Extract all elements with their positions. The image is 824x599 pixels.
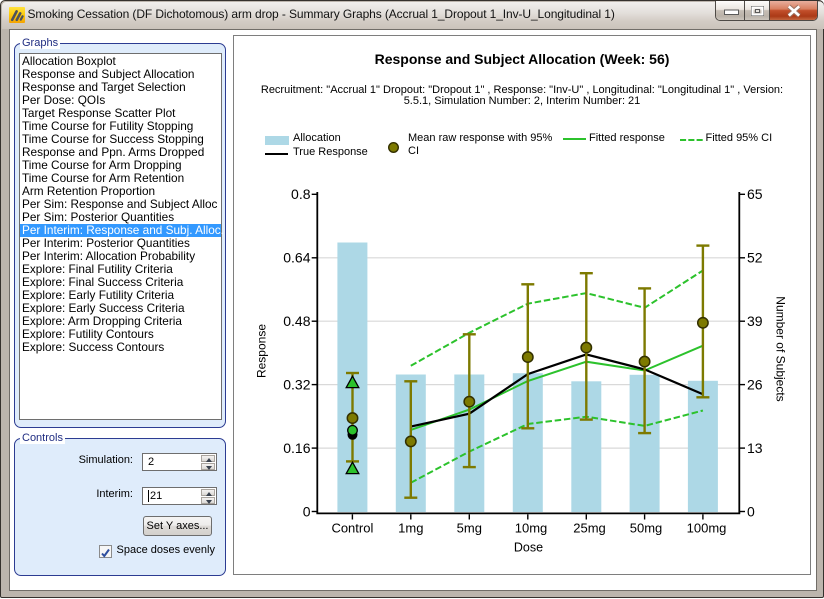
svg-text:39: 39 xyxy=(747,313,763,329)
svg-text:Number of Subjects: Number of Subjects xyxy=(774,296,788,401)
svg-text:52: 52 xyxy=(747,250,763,266)
svg-text:0: 0 xyxy=(747,503,755,519)
svg-text:50mg: 50mg xyxy=(630,521,663,536)
svg-text:13: 13 xyxy=(747,440,763,456)
svg-text:0.48: 0.48 xyxy=(283,313,310,329)
svg-text:0: 0 xyxy=(303,503,311,519)
svg-text:Dose: Dose xyxy=(514,541,543,555)
svg-text:Response: Response xyxy=(255,324,269,378)
svg-text:1mg: 1mg xyxy=(398,521,423,536)
svg-text:10mg: 10mg xyxy=(515,521,548,536)
svg-text:0.32: 0.32 xyxy=(283,376,310,392)
svg-text:0.16: 0.16 xyxy=(283,440,310,456)
svg-text:0.8: 0.8 xyxy=(291,186,311,202)
svg-text:Control: Control xyxy=(331,521,373,536)
svg-text:5mg: 5mg xyxy=(457,521,482,536)
svg-text:65: 65 xyxy=(747,186,763,202)
svg-text:26: 26 xyxy=(747,376,763,392)
svg-text:0.64: 0.64 xyxy=(283,250,310,266)
svg-text:100mg: 100mg xyxy=(687,521,727,536)
svg-text:25mg: 25mg xyxy=(573,521,606,536)
